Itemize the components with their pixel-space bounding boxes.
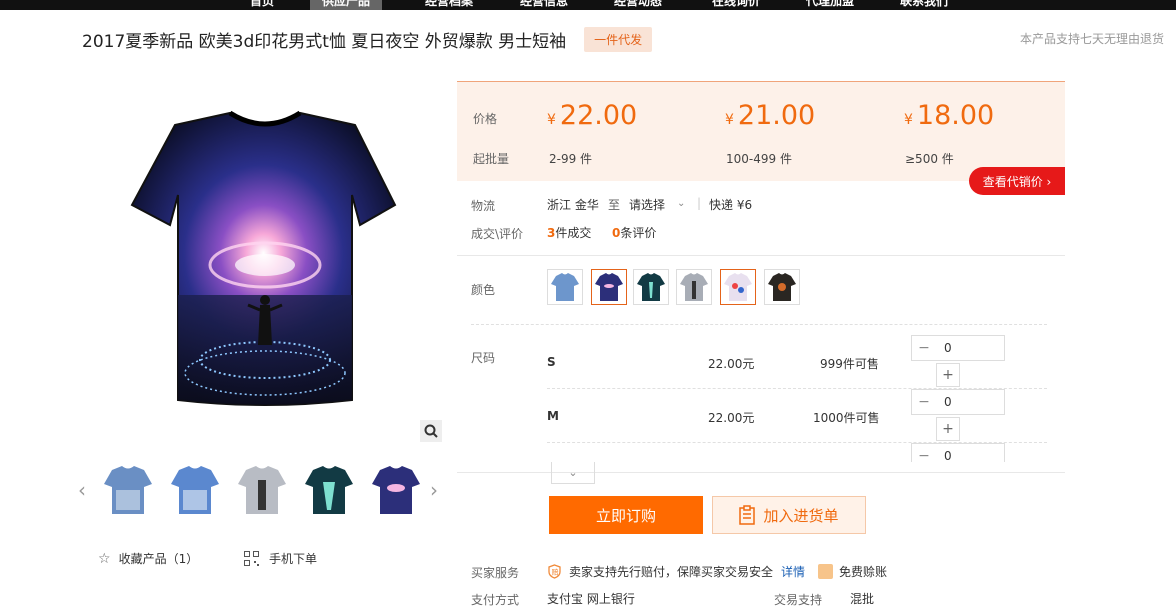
thumbnail-3[interactable] xyxy=(234,462,290,518)
mobile-order-label: 手机下单 xyxy=(269,552,318,566)
divider xyxy=(457,255,1065,256)
payment-methods: 支付宝 网上银行 xyxy=(547,592,635,606)
color-swatch-dark-pattern[interactable] xyxy=(764,269,800,305)
services-label: 买家服务 xyxy=(471,566,520,580)
minus-icon[interactable]: − xyxy=(912,336,936,360)
size-price: 22.00元 xyxy=(708,357,755,371)
nav-tab-info[interactable]: 经营信息 xyxy=(520,0,568,10)
free-credit-label: 免费赊账 xyxy=(839,565,888,579)
qr-code-icon xyxy=(244,551,259,566)
nav-tab-agency[interactable]: 代理加盟 xyxy=(806,0,854,10)
size-stock: 999件可售 xyxy=(820,357,879,371)
add-to-cart-label: 加入进货单 xyxy=(763,506,839,525)
chevron-left-icon[interactable]: ‹ xyxy=(78,478,86,502)
nav-tab-home[interactable]: 首页 xyxy=(250,0,274,10)
nav-tab-products[interactable]: 供应产品 xyxy=(310,0,383,10)
deal-count: 3件成交 xyxy=(547,226,592,240)
color-swatch-galaxy-purple[interactable] xyxy=(591,269,627,305)
nav-tab-contact[interactable]: 联系我们 xyxy=(900,0,948,10)
thumbnail-2[interactable] xyxy=(167,462,223,518)
order-now-button[interactable]: 立即订购 xyxy=(549,496,703,534)
nav-tab-archive[interactable]: 经营档案 xyxy=(425,0,473,10)
size-price: 22.00元 xyxy=(708,411,755,425)
price-tier-2: ¥21.00 xyxy=(725,100,816,131)
qty-tier-1: 2-99 件 xyxy=(549,152,593,166)
nav-tab-inquiry[interactable]: 在线询价 xyxy=(712,0,760,10)
divider xyxy=(471,324,1047,325)
star-icon: ☆ xyxy=(98,550,111,567)
quantity-input[interactable]: 0 xyxy=(944,395,952,409)
mobile-order-link[interactable]: 手机下单 xyxy=(244,550,317,567)
size-stock: 1000件可售 xyxy=(813,411,880,425)
quantity-input[interactable]: 0 xyxy=(944,449,952,462)
clipboard-icon xyxy=(739,505,756,525)
product-title-bar: 2017夏季新品 欧美3d印花男式t恤 夏日夜空 外贸爆款 男士短袖 一件代发 xyxy=(82,25,653,53)
destination-select[interactable]: 请选择 xyxy=(629,196,665,213)
size-name: S xyxy=(547,355,556,369)
dropship-badge: 一件代发 xyxy=(584,26,653,52)
quantity-stepper[interactable]: − 0 xyxy=(911,389,1005,415)
plus-icon[interactable]: + xyxy=(936,363,960,387)
trade-support-value: 混批 xyxy=(850,592,875,606)
divider xyxy=(457,472,1065,473)
color-label: 颜色 xyxy=(471,283,496,297)
chevron-down-icon[interactable]: ⌄ xyxy=(677,198,685,209)
deals-label: 成交\评价 xyxy=(471,227,524,241)
payment-label: 支付方式 xyxy=(471,593,520,607)
details-link[interactable]: 详情 xyxy=(781,563,805,580)
color-swatch-galaxy-teal[interactable] xyxy=(633,269,669,305)
thumbnail-5[interactable] xyxy=(368,462,424,518)
qty-tier-2: 100-499 件 xyxy=(726,152,792,166)
logistics-to: 至 xyxy=(608,198,621,212)
color-swatch-city-blue[interactable] xyxy=(547,269,583,305)
price-label: 价格 xyxy=(473,112,498,126)
chevron-right-icon[interactable]: › xyxy=(430,478,438,502)
favorite-label: 收藏产品（1） xyxy=(118,552,199,566)
view-agent-price-button[interactable]: 查看代销价 › xyxy=(969,167,1065,195)
magnifier-icon[interactable] xyxy=(420,420,442,442)
trade-support-label: 交易支持 xyxy=(774,593,823,607)
return-policy-note: 本产品支持七天无理由退货 xyxy=(1019,32,1164,46)
min-qty-label: 起批量 xyxy=(473,152,510,166)
galaxy-tshirt-image[interactable] xyxy=(120,105,410,410)
logistics-origin: 浙江 金华 xyxy=(547,198,599,212)
service-guarantee: 赔 卖家支持先行赔付，保障买家交易安全 详情 xyxy=(547,563,805,580)
size-name: M xyxy=(547,409,559,423)
chevron-down-icon: ⌄ xyxy=(568,466,578,479)
thumbnail-1[interactable] xyxy=(100,462,156,518)
qty-tier-3: ≥500 件 xyxy=(905,152,954,166)
credit-icon xyxy=(818,564,833,579)
favorite-product-link[interactable]: ☆ 收藏产品（1） xyxy=(98,550,198,567)
minus-icon[interactable]: − xyxy=(912,444,936,462)
express-fee: 快递 ¥6 xyxy=(709,198,753,212)
thumbnail-strip: ‹ › xyxy=(78,462,448,522)
free-credit-service: 免费赊账 xyxy=(818,563,887,580)
nav-tab-news[interactable]: 经营动态 xyxy=(614,0,662,10)
price-tier-3: ¥18.00 xyxy=(904,100,995,131)
quantity-stepper[interactable]: − 0 xyxy=(911,443,1005,462)
shield-icon: 赔 xyxy=(547,564,562,579)
price-box: 价格 起批量 ¥22.00 ¥21.00 ¥18.00 2-99 件 100-4… xyxy=(457,81,1065,181)
product-title: 2017夏季新品 欧美3d印花男式t恤 夏日夜空 外贸爆款 男士短袖 xyxy=(82,31,567,52)
color-swatch-tower-gray[interactable] xyxy=(676,269,712,305)
price-tier-1: ¥22.00 xyxy=(547,100,638,131)
plus-icon[interactable]: + xyxy=(936,417,960,441)
service-text: 卖家支持先行赔付，保障买家交易安全 xyxy=(569,565,774,579)
top-navigation: 首页 供应产品 经营档案 经营信息 经营动态 在线询价 代理加盟 联系我们 xyxy=(0,0,1176,10)
expand-sizes-toggle[interactable]: ⌄ xyxy=(551,462,595,484)
thumbnail-4[interactable] xyxy=(301,462,357,518)
svg-text:赔: 赔 xyxy=(552,568,559,577)
divider: | xyxy=(697,196,702,210)
minus-icon[interactable]: − xyxy=(912,390,936,414)
logistics-label: 物流 xyxy=(471,199,496,213)
size-label: 尺码 xyxy=(471,351,496,365)
review-count[interactable]: 0条评价 xyxy=(612,224,656,241)
quantity-stepper[interactable]: − 0 xyxy=(911,335,1005,361)
color-swatch-colorful-splash[interactable] xyxy=(720,269,756,305)
add-to-cart-button[interactable]: 加入进货单 xyxy=(712,496,866,534)
quantity-input[interactable]: 0 xyxy=(944,341,952,355)
